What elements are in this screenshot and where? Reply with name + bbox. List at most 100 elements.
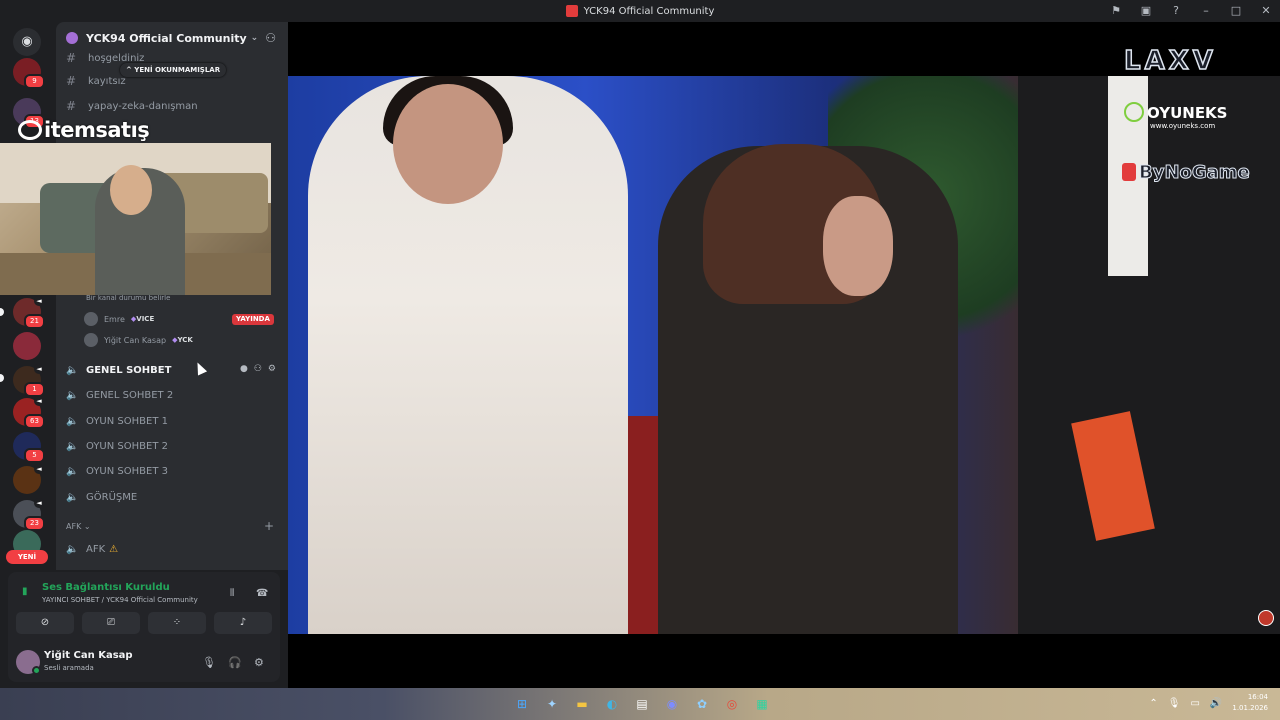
chevron-down-icon: ⌄: [250, 33, 259, 43]
mention-badge: 1: [24, 382, 45, 397]
sponsor-mark-icon: [1122, 163, 1136, 181]
avatar: [84, 333, 98, 347]
help-icon[interactable]: ?: [1170, 5, 1182, 17]
stream-viewer-avatar[interactable]: [1258, 610, 1274, 626]
volume-icon[interactable]: 🔊: [1210, 698, 1222, 709]
disconnect-icon[interactable]: ☎: [256, 588, 268, 599]
activities-button[interactable]: ⁘: [148, 612, 206, 634]
edge-icon[interactable]: ◐: [602, 694, 622, 714]
webcam-overlay: [0, 143, 271, 295]
file-explorer-icon[interactable]: ▬: [572, 694, 592, 714]
sponsor-logo-laxv: LAXV: [1123, 45, 1217, 77]
discord-home-icon[interactable]: ◉: [13, 28, 41, 56]
voice-user[interactable]: Emre VICE: [84, 310, 154, 328]
screen-share-icon: ⎚: [107, 617, 115, 628]
server-icon[interactable]: ◄ 63: [13, 396, 45, 429]
inbox-icon[interactable]: ▣: [1140, 5, 1152, 17]
chrome-icon[interactable]: ◎: [722, 694, 742, 714]
chevron-up-icon[interactable]: ⌃: [1149, 698, 1157, 709]
speaker-icon: 🔈: [66, 491, 79, 503]
start-icon[interactable]: ⊞: [512, 694, 532, 714]
stream-video[interactable]: [288, 76, 1280, 634]
speaker-icon: 🔈: [66, 465, 79, 477]
channel-status-hint[interactable]: Bir kanal durumu belirle: [86, 294, 170, 302]
sponsor-mark-icon: [18, 120, 42, 140]
voice-channel-genel-sohbet-2[interactable]: 🔈 GENEL SOHBET 2: [66, 385, 173, 405]
server-icon[interactable]: ◄: [13, 464, 44, 494]
new-unreads-pill[interactable]: YENİ: [6, 550, 48, 564]
speaker-icon: 🔈: [66, 389, 79, 401]
minimize-icon[interactable]: –: [1200, 5, 1212, 17]
clock-date: 1.01.2026: [1232, 704, 1268, 712]
store-icon[interactable]: ▤: [632, 694, 652, 714]
voice-user-name: Yiğit Can Kasap: [104, 335, 167, 345]
voice-channel-oyun-sohbet-1[interactable]: 🔈 OYUN SOHBET 1: [66, 411, 168, 431]
channel-yapay-zeka-danisman[interactable]: # yapay-zeka-danışman: [66, 96, 198, 116]
maximize-icon[interactable]: □: [1230, 5, 1242, 17]
mention-badge: 23: [24, 516, 45, 531]
channel-kayitsiz[interactable]: # kayıtsız: [66, 71, 126, 91]
copilot-icon[interactable]: ✦: [542, 694, 562, 714]
display-icon[interactable]: ▭: [1190, 698, 1199, 709]
channel-label: kayıtsız: [88, 75, 126, 87]
signal-icon[interactable]: ▮: [22, 586, 28, 597]
voice-channel-path[interactable]: YAYINCI SOHBET / YCK94 Official Communit…: [42, 596, 198, 604]
voice-status[interactable]: Ses Bağlantısı Kuruldu: [42, 582, 170, 593]
hash-icon: #: [66, 51, 77, 65]
clan-tag: YCK: [172, 336, 192, 344]
voice-channel-gorusme[interactable]: 🔈 GÖRÜŞME: [66, 487, 137, 507]
microphone-icon[interactable]: 🎙: [202, 656, 216, 669]
window-titlebar: YCK94 Official Community ⚑ ▣ ? – □ ✕: [0, 0, 1280, 22]
voice-channel-afk[interactable]: 🔈 AFK ⚠: [66, 539, 118, 559]
server-icon[interactable]: ◄ 1: [13, 364, 45, 397]
channel-label: hoşgeldiniz: [88, 52, 145, 64]
mention-badge: 21: [24, 314, 45, 329]
soundboard-button[interactable]: ♪: [214, 612, 272, 634]
voice-channel-oyun-sohbet-2[interactable]: 🔈 OYUN SOHBET 2: [66, 436, 168, 456]
server-icon[interactable]: 9: [13, 58, 45, 89]
voice-user[interactable]: Yiğit Can Kasap YCK: [84, 331, 193, 349]
camera-toggle-button[interactable]: ⊘: [16, 612, 74, 634]
screen-share-button[interactable]: ⎚: [82, 612, 140, 634]
channel-label: GENEL SOHBET: [86, 364, 172, 376]
server-icon[interactable]: ◄ 23: [13, 498, 45, 531]
discord-icon[interactable]: ◉: [662, 694, 682, 714]
flag-icon[interactable]: ⚑: [1110, 5, 1122, 17]
headphones-icon[interactable]: 🎧: [228, 656, 242, 669]
gear-icon[interactable]: ⚙: [268, 364, 276, 374]
speaker-icon: ◄: [34, 364, 44, 374]
titlebar-controls: ⚑ ▣ ? – □ ✕: [1110, 0, 1272, 22]
voice-user-name: Emre: [104, 314, 125, 324]
server-icon[interactable]: 5: [13, 432, 45, 463]
camera-off-icon: ⊘: [40, 617, 50, 628]
speaker-icon: 🔈: [66, 543, 79, 555]
category-afk[interactable]: AFK ⌄: [66, 522, 91, 531]
invite-icon[interactable]: ⚇: [254, 364, 262, 374]
invite-people-icon[interactable]: ⚇: [265, 31, 276, 45]
speaker-icon: 🔈: [66, 415, 79, 427]
close-icon[interactable]: ✕: [1260, 5, 1272, 17]
voice-channel-genel-sohbet[interactable]: 🔈 GENEL SOHBET: [66, 360, 171, 380]
voice-channel-oyun-sohbet-3[interactable]: 🔈 OYUN SOHBET 3: [66, 461, 168, 481]
channel-label: GENEL SOHBET 2: [86, 389, 174, 401]
server-icon[interactable]: [13, 332, 41, 360]
clock[interactable]: 16:04 1.01.2026: [1232, 692, 1268, 714]
stream-viewer[interactable]: LAXV OYUNEKS www.oyuneks.com ByNoGame: [288, 22, 1280, 688]
noise-suppression-icon[interactable]: ⫴: [230, 588, 234, 599]
network-app-icon[interactable]: ✿: [692, 694, 712, 714]
channel-label: OYUN SOHBET 1: [86, 415, 168, 427]
guild-boost-icon: [66, 32, 78, 44]
new-unreads-banner[interactable]: ^ YENİ OKUNMAMIŞLAR: [120, 63, 227, 77]
user-name[interactable]: Yiğit Can Kasap: [44, 650, 133, 661]
microphone-icon[interactable]: 🎙: [1168, 698, 1181, 709]
user-status: Sesli aramada: [44, 664, 94, 672]
speaker-icon: ◄: [34, 464, 44, 474]
app-logo-icon: [565, 5, 578, 17]
hash-icon: #: [66, 74, 77, 88]
gear-icon[interactable]: ⚙: [254, 656, 264, 669]
server-icon[interactable]: ◄ 21: [13, 296, 45, 329]
add-channel-icon[interactable]: +: [264, 519, 274, 533]
clan-tag: VICE: [131, 315, 154, 323]
chat-icon[interactable]: ●: [240, 364, 248, 374]
chat-app-icon[interactable]: ▦: [752, 694, 772, 714]
